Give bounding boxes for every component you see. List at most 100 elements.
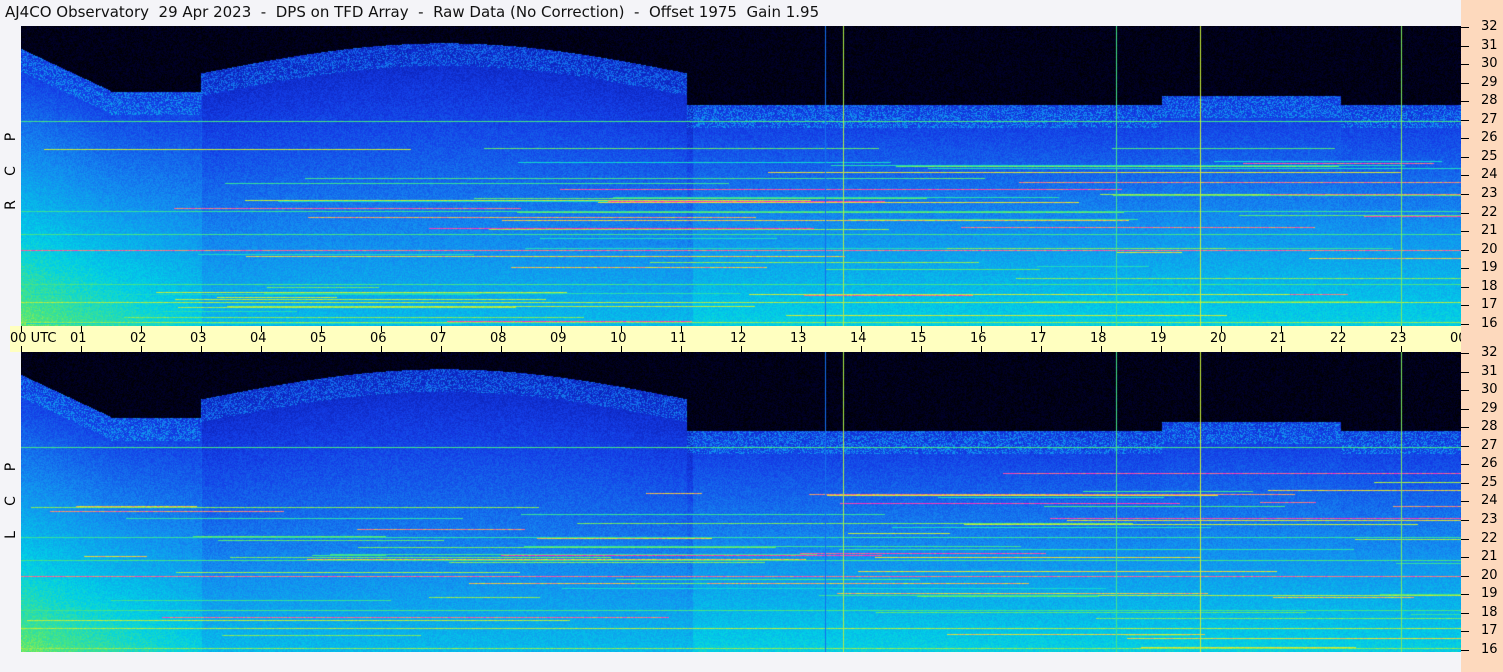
freq-tick <box>1461 119 1469 121</box>
freq-tick-label: 22 <box>1481 204 1498 220</box>
rcp-spectrogram-canvas <box>21 26 1461 326</box>
freq-tick <box>1461 64 1469 66</box>
freq-tick-label: 28 <box>1481 419 1498 435</box>
rcp-label: P C R <box>3 120 19 222</box>
lcp-spectrogram-canvas <box>21 352 1461 652</box>
time-tick-label: 21 <box>1270 331 1287 346</box>
freq-tick-label: 20 <box>1481 241 1498 257</box>
time-tick-label: 17 <box>1030 331 1047 346</box>
freq-tick-label: 21 <box>1481 549 1498 565</box>
time-tick-label: 00 UTC <box>10 331 57 346</box>
freq-tick-label: 31 <box>1481 363 1498 379</box>
freq-tick <box>1461 445 1469 447</box>
freq-tick-label: 17 <box>1481 623 1498 639</box>
freq-tick <box>1461 138 1469 140</box>
freq-tick-label: 22 <box>1481 530 1498 546</box>
freq-tick <box>1461 371 1469 373</box>
freq-tick <box>1461 390 1469 392</box>
freq-tick-label: 31 <box>1481 37 1498 53</box>
time-tick-label: 19 <box>1150 331 1167 346</box>
time-tick-label: 05 <box>310 331 327 346</box>
freq-tick-label: 18 <box>1481 604 1498 620</box>
freq-tick <box>1461 427 1469 429</box>
freq-tick <box>1461 482 1469 484</box>
freq-tick <box>1461 501 1469 503</box>
time-tick-label: 23 <box>1390 331 1407 346</box>
freq-tick-label: 30 <box>1481 382 1498 398</box>
freq-tick-label: 32 <box>1481 345 1498 360</box>
freq-tick <box>1461 464 1469 466</box>
time-tick-label: 06 <box>370 331 387 346</box>
freq-tick <box>1461 408 1469 410</box>
freq-tick <box>1461 231 1469 233</box>
time-tick-label: 13 <box>790 331 807 346</box>
freq-tick <box>1461 268 1469 270</box>
freq-tick-label: 28 <box>1481 93 1498 109</box>
time-tick-label: 03 <box>190 331 207 346</box>
time-tick-label: 04 <box>250 331 267 346</box>
freq-tick <box>1461 594 1469 596</box>
freq-tick <box>1461 212 1469 214</box>
freq-tick-label: 19 <box>1481 260 1498 276</box>
freq-tick <box>1461 101 1469 103</box>
freq-tick <box>1461 286 1469 288</box>
time-tick-label: 07 <box>430 331 447 346</box>
frequency-axis: 32 31 30 29 28 27 26 25 24 23 22 21 20 19 18 17 16 32 31 30… <box>1461 0 1503 672</box>
freq-tick <box>1461 631 1469 633</box>
freq-tick <box>1461 45 1469 47</box>
freq-tick <box>1461 323 1469 325</box>
freq-tick <box>1461 557 1469 559</box>
freq-tick <box>1461 538 1469 540</box>
time-tick-label: 01 <box>70 331 87 346</box>
freq-tick <box>1461 249 1469 251</box>
freq-tick-label: 25 <box>1481 148 1498 164</box>
freq-tick <box>1461 612 1469 614</box>
freq-tick-label: 25 <box>1481 474 1498 490</box>
time-tick-label: 16 <box>970 331 987 346</box>
freq-tick <box>1461 156 1469 158</box>
freq-tick <box>1461 27 1469 28</box>
freq-tick-label: 29 <box>1481 74 1498 90</box>
time-tick-label: 12 <box>730 331 747 346</box>
freq-tick <box>1461 194 1469 196</box>
time-tick-label: 08 <box>490 331 507 346</box>
freq-tick-label: 30 <box>1481 56 1498 72</box>
freq-tick-label: 17 <box>1481 297 1498 313</box>
time-tick-label: 10 <box>610 331 627 346</box>
freq-tick-label: 26 <box>1481 130 1498 146</box>
time-tick-label: 20 <box>1210 331 1227 346</box>
freq-tick-label: 16 <box>1481 641 1498 657</box>
freq-tick-label: 19 <box>1481 586 1498 602</box>
freq-tick <box>1461 82 1469 84</box>
freq-tick-label: 18 <box>1481 278 1498 294</box>
freq-tick <box>1461 520 1469 522</box>
freq-tick <box>1461 175 1469 177</box>
freq-tick-label: 20 <box>1481 567 1498 583</box>
freq-tick <box>1461 649 1469 651</box>
time-tick-label: 14 <box>850 331 867 346</box>
freq-tick <box>1461 575 1469 577</box>
freq-tick-label: 23 <box>1481 512 1498 528</box>
freq-tick-label: 24 <box>1481 493 1498 509</box>
time-tick-label: 02 <box>130 331 147 346</box>
time-axis: 00 UTC 01 02 03 04 05 06 07 08 09 10 11 12 13 14 15 16 17… <box>10 326 1499 352</box>
freq-tick-label: 27 <box>1481 437 1498 453</box>
freq-tick-label: 29 <box>1481 400 1498 416</box>
time-tick-label: 22 <box>1330 331 1347 346</box>
time-tick-label: 18 <box>1090 331 1107 346</box>
freq-tick <box>1461 305 1469 307</box>
time-tick-label: 15 <box>910 331 927 346</box>
freq-tick-label: 23 <box>1481 186 1498 202</box>
rcp-spectrogram <box>21 26 1461 326</box>
freq-tick-label: 24 <box>1481 167 1498 183</box>
freq-tick-label: 27 <box>1481 111 1498 127</box>
freq-tick <box>1461 353 1469 354</box>
freq-tick-label: 26 <box>1481 456 1498 472</box>
freq-tick-label: 21 <box>1481 223 1498 239</box>
time-tick-label: 09 <box>550 331 567 346</box>
chart-title: AJ4CO Observatory 29 Apr 2023 - DPS on T… <box>5 3 820 21</box>
lcp-spectrogram <box>21 352 1461 652</box>
lcp-label: P C L <box>3 450 19 552</box>
freq-tick-label: 16 <box>1481 315 1498 331</box>
freq-tick-label: 32 <box>1481 19 1498 34</box>
